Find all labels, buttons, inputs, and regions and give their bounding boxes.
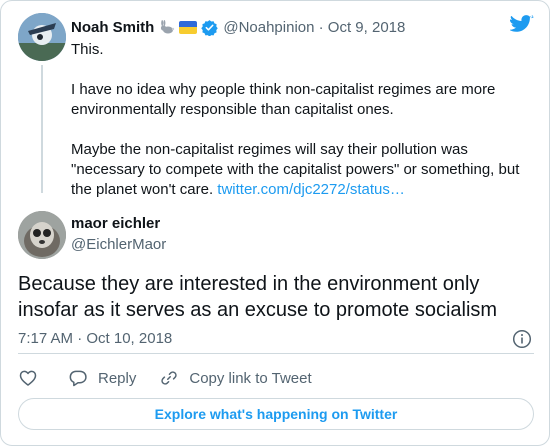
- main-author-handle[interactable]: @EichlerMaor: [71, 236, 166, 253]
- rabbit-icon: [159, 19, 175, 35]
- parent-tweet-text: This. I have no idea why people think no…: [71, 40, 531, 200]
- parent-handle-date[interactable]: @Noahpinion · Oct 9, 2018: [223, 19, 405, 36]
- tweet-embed-card: Noah Smith @Noahpinion · Oct 9, 2018 Thi…: [0, 0, 550, 446]
- like-button[interactable]: [18, 368, 38, 388]
- parent-author-name[interactable]: Noah Smith: [71, 19, 154, 36]
- explore-button[interactable]: Explore what's happening on Twitter: [18, 398, 534, 430]
- main-tweet-text: Because they are interested in the envir…: [18, 273, 498, 321]
- reply-button[interactable]: Reply: [68, 368, 136, 388]
- main-avatar[interactable]: [18, 211, 66, 259]
- parent-header: Noah Smith @Noahpinion · Oct 9, 2018: [71, 17, 405, 37]
- twitter-bird-icon[interactable]: [508, 15, 534, 40]
- main-author-name[interactable]: maor eichler: [71, 215, 160, 232]
- quoted-tweet-link[interactable]: twitter.com/djc2272/status…: [217, 181, 405, 198]
- copy-link-button[interactable]: Copy link to Tweet: [159, 368, 312, 388]
- action-bar: Reply Copy link to Tweet: [18, 367, 312, 389]
- heart-icon: [18, 368, 38, 388]
- thread-line: [41, 65, 43, 193]
- parent-text-line: This.: [71, 41, 104, 58]
- parent-text-line: I have no idea why people think non-capi…: [71, 81, 496, 118]
- divider: [18, 353, 534, 354]
- tweet-timestamp[interactable]: 7:17 AM · Oct 10, 2018: [18, 330, 172, 347]
- info-icon[interactable]: [512, 329, 532, 354]
- verified-badge-icon: [201, 19, 219, 36]
- parent-avatar[interactable]: [18, 13, 66, 61]
- reply-bubble-icon: [68, 368, 88, 388]
- ukraine-flag-icon: [179, 20, 198, 34]
- parent-text-line: Maybe the non-capitalist regimes will sa…: [71, 140, 531, 200]
- copy-link-label: Copy link to Tweet: [189, 369, 312, 387]
- reply-label: Reply: [98, 369, 137, 387]
- link-icon: [159, 368, 179, 388]
